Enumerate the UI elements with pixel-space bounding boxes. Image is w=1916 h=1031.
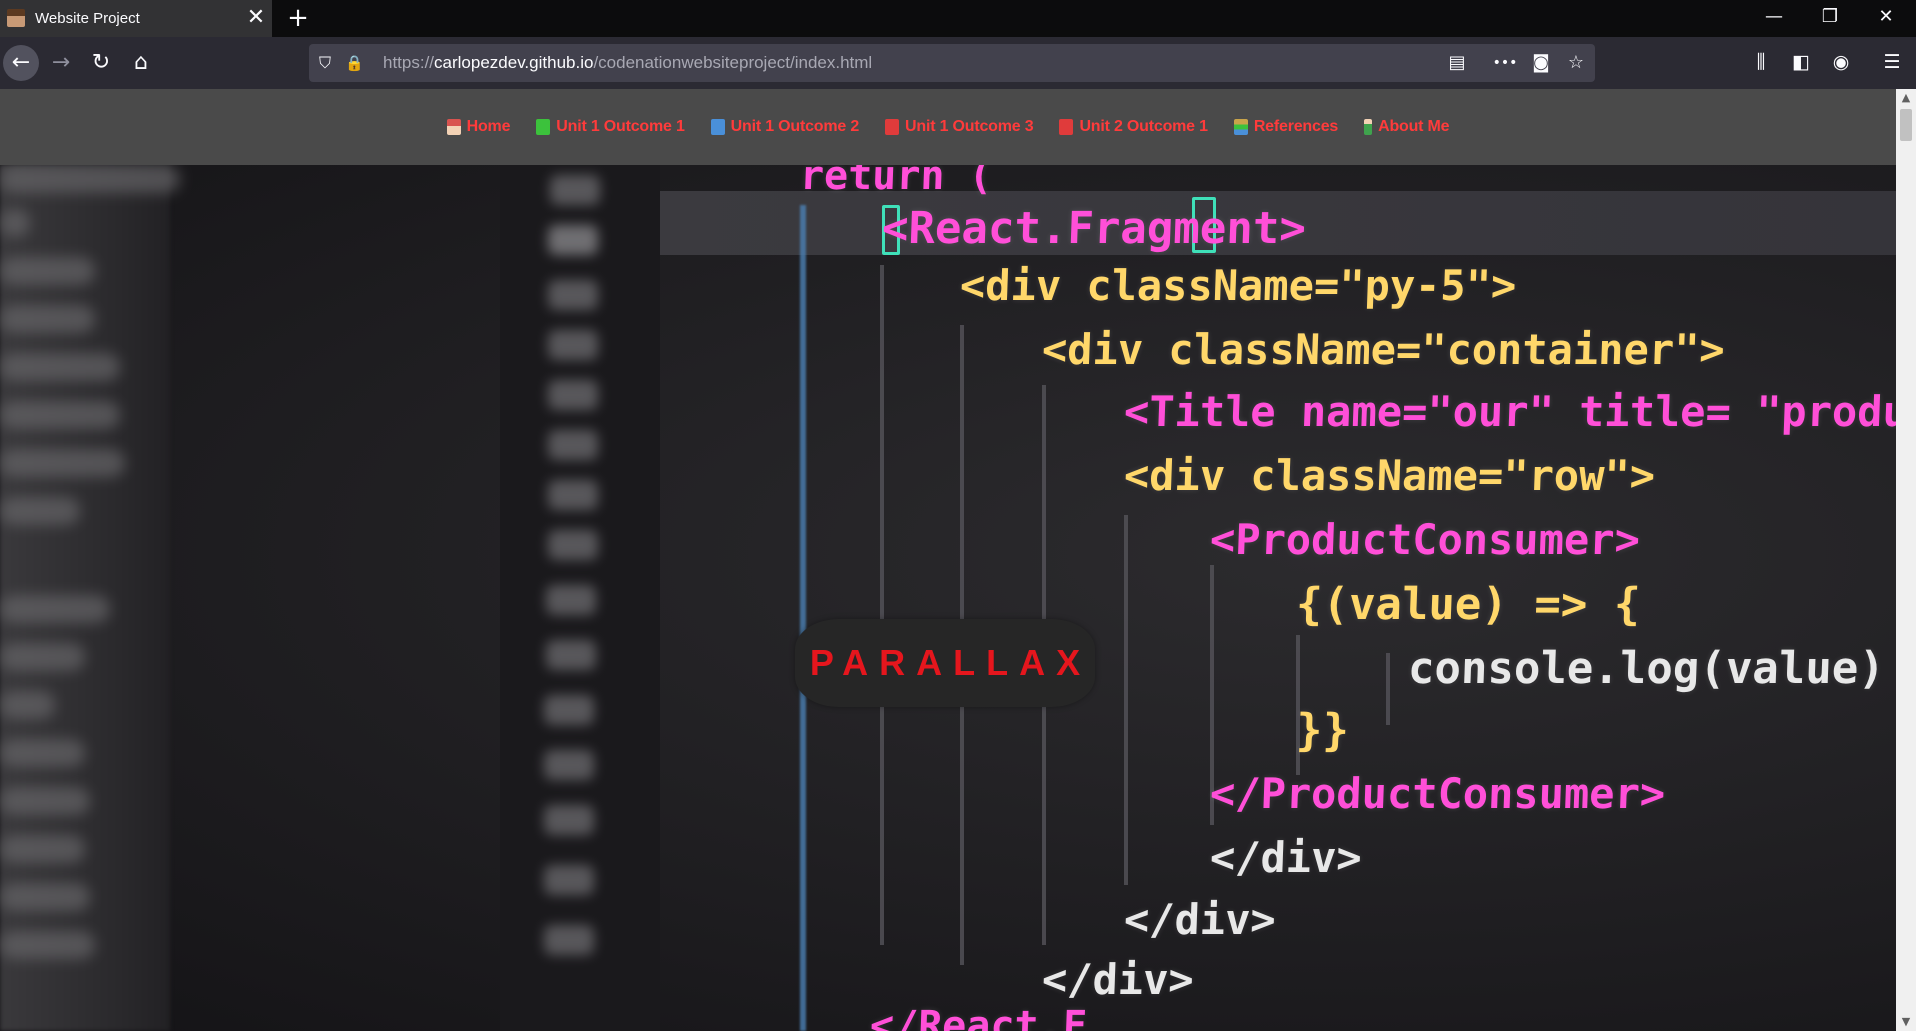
blue-book-icon	[710, 119, 725, 135]
parallax-title: PARALLAX	[795, 619, 1095, 707]
reader-view-icon[interactable]: ▤	[1444, 51, 1470, 75]
url-domain: carlopezdev.github.io	[434, 53, 594, 72]
minimize-button[interactable]: —	[1746, 0, 1802, 37]
nav-references-label: References	[1253, 118, 1339, 135]
more-actions-icon[interactable]: •••	[1492, 51, 1518, 75]
parallax-hero: return ( <React.Fragment> <div className…	[0, 165, 1896, 1031]
reload-button[interactable]: ↻	[83, 45, 119, 81]
page-viewport: Home Unit 1 Outcome 1 Unit 1 Outcome 2 U…	[0, 89, 1896, 1031]
nav-home[interactable]: Home	[446, 118, 511, 136]
url-prefix: https://	[383, 53, 435, 72]
nav-unit1-outcome2[interactable]: Unit 1 Outcome 2	[710, 118, 860, 136]
url-text[interactable]: https://carlopezdev.github.io/codenation…	[383, 53, 872, 73]
code-line: </div>	[1123, 895, 1277, 944]
close-tab-icon[interactable]: ✕	[244, 4, 268, 32]
forward-button[interactable]: →	[43, 45, 79, 81]
tab-title: Website Project	[35, 10, 140, 27]
code-line: </div>	[1041, 955, 1195, 1004]
close-window-button[interactable]: ✕	[1858, 0, 1914, 37]
url-path: /codenationwebsiteproject/index.html	[593, 53, 873, 72]
nav-unit1-outcome3-label: Unit 1 Outcome 3	[905, 118, 1034, 135]
url-bar[interactable]: ⛉ 🔒 https://carlopezdev.github.io/codena…	[309, 44, 1595, 82]
code-line: <div className="container">	[1041, 325, 1726, 374]
scroll-down-icon[interactable]: ▼	[1896, 1013, 1916, 1031]
tracking-shield-icon[interactable]: ⛉	[319, 52, 337, 74]
code-line: <div className="row">	[1123, 451, 1656, 500]
home-button[interactable]: ⌂	[123, 45, 159, 81]
person-icon	[1364, 119, 1373, 135]
nav-references[interactable]: References	[1233, 118, 1339, 136]
code-line: </ProductConsumer>	[1209, 769, 1667, 818]
code-line: }}	[1295, 705, 1350, 756]
scroll-thumb[interactable]	[1900, 109, 1912, 141]
code-line: <Title name="our" title= "product	[1123, 387, 1896, 436]
code-line: <div className="py-5">	[959, 261, 1518, 310]
site-navigation: Home Unit 1 Outcome 1 Unit 1 Outcome 2 U…	[0, 89, 1896, 165]
nav-unit2-outcome1[interactable]: Unit 2 Outcome 1	[1059, 118, 1208, 136]
scroll-up-icon[interactable]: ▲	[1896, 89, 1916, 107]
nav-unit1-outcome3[interactable]: Unit 1 Outcome 3	[885, 118, 1034, 136]
books-icon	[1233, 119, 1248, 135]
nav-home-label: Home	[466, 118, 511, 135]
browser-tab[interactable]: Website Project ✕	[0, 0, 272, 37]
code-line: </div>	[1209, 833, 1363, 882]
nav-unit2-outcome1-label: Unit 2 Outcome 1	[1079, 118, 1208, 135]
bookmark-star-icon[interactable]: ☆	[1563, 51, 1589, 75]
nav-about-me-label: About Me	[1378, 118, 1450, 135]
tab-bar: Website Project ✕ + — ❐ ✕	[0, 0, 1916, 37]
account-icon[interactable]: ◉	[1826, 47, 1856, 77]
code-line: console.log(value)	[1407, 643, 1886, 694]
nav-unit1-outcome1[interactable]: Unit 1 Outcome 1	[536, 118, 685, 136]
sidebar-icon[interactable]: ◧	[1786, 47, 1816, 77]
house-icon	[446, 119, 461, 135]
nav-about-me[interactable]: About Me	[1364, 118, 1450, 136]
library-icon[interactable]: ⫼	[1746, 47, 1776, 77]
restore-button[interactable]: ❐	[1802, 0, 1858, 37]
code-line: <ProductConsumer>	[1209, 515, 1641, 564]
nav-unit1-outcome2-label: Unit 1 Outcome 2	[730, 118, 860, 135]
red-book-icon	[1059, 119, 1074, 135]
menu-icon[interactable]: ☰	[1877, 47, 1907, 77]
lock-icon[interactable]: 🔒	[345, 53, 364, 73]
nav-unit1-outcome1-label: Unit 1 Outcome 1	[556, 118, 685, 135]
red-book-icon	[885, 119, 900, 135]
page-scrollbar[interactable]: ▲ ▼	[1896, 89, 1916, 1031]
code-line: return (	[799, 165, 994, 199]
green-book-icon	[536, 119, 551, 135]
new-tab-button[interactable]: +	[284, 3, 312, 33]
back-button[interactable]: ←	[3, 45, 39, 81]
profile-favicon-icon	[7, 9, 25, 27]
pocket-icon[interactable]: ◙	[1528, 51, 1554, 75]
code-line: {(value) => {	[1295, 579, 1642, 630]
code-line: </React.F	[869, 1003, 1088, 1031]
code-line: <React.Fragment>	[881, 203, 1307, 254]
